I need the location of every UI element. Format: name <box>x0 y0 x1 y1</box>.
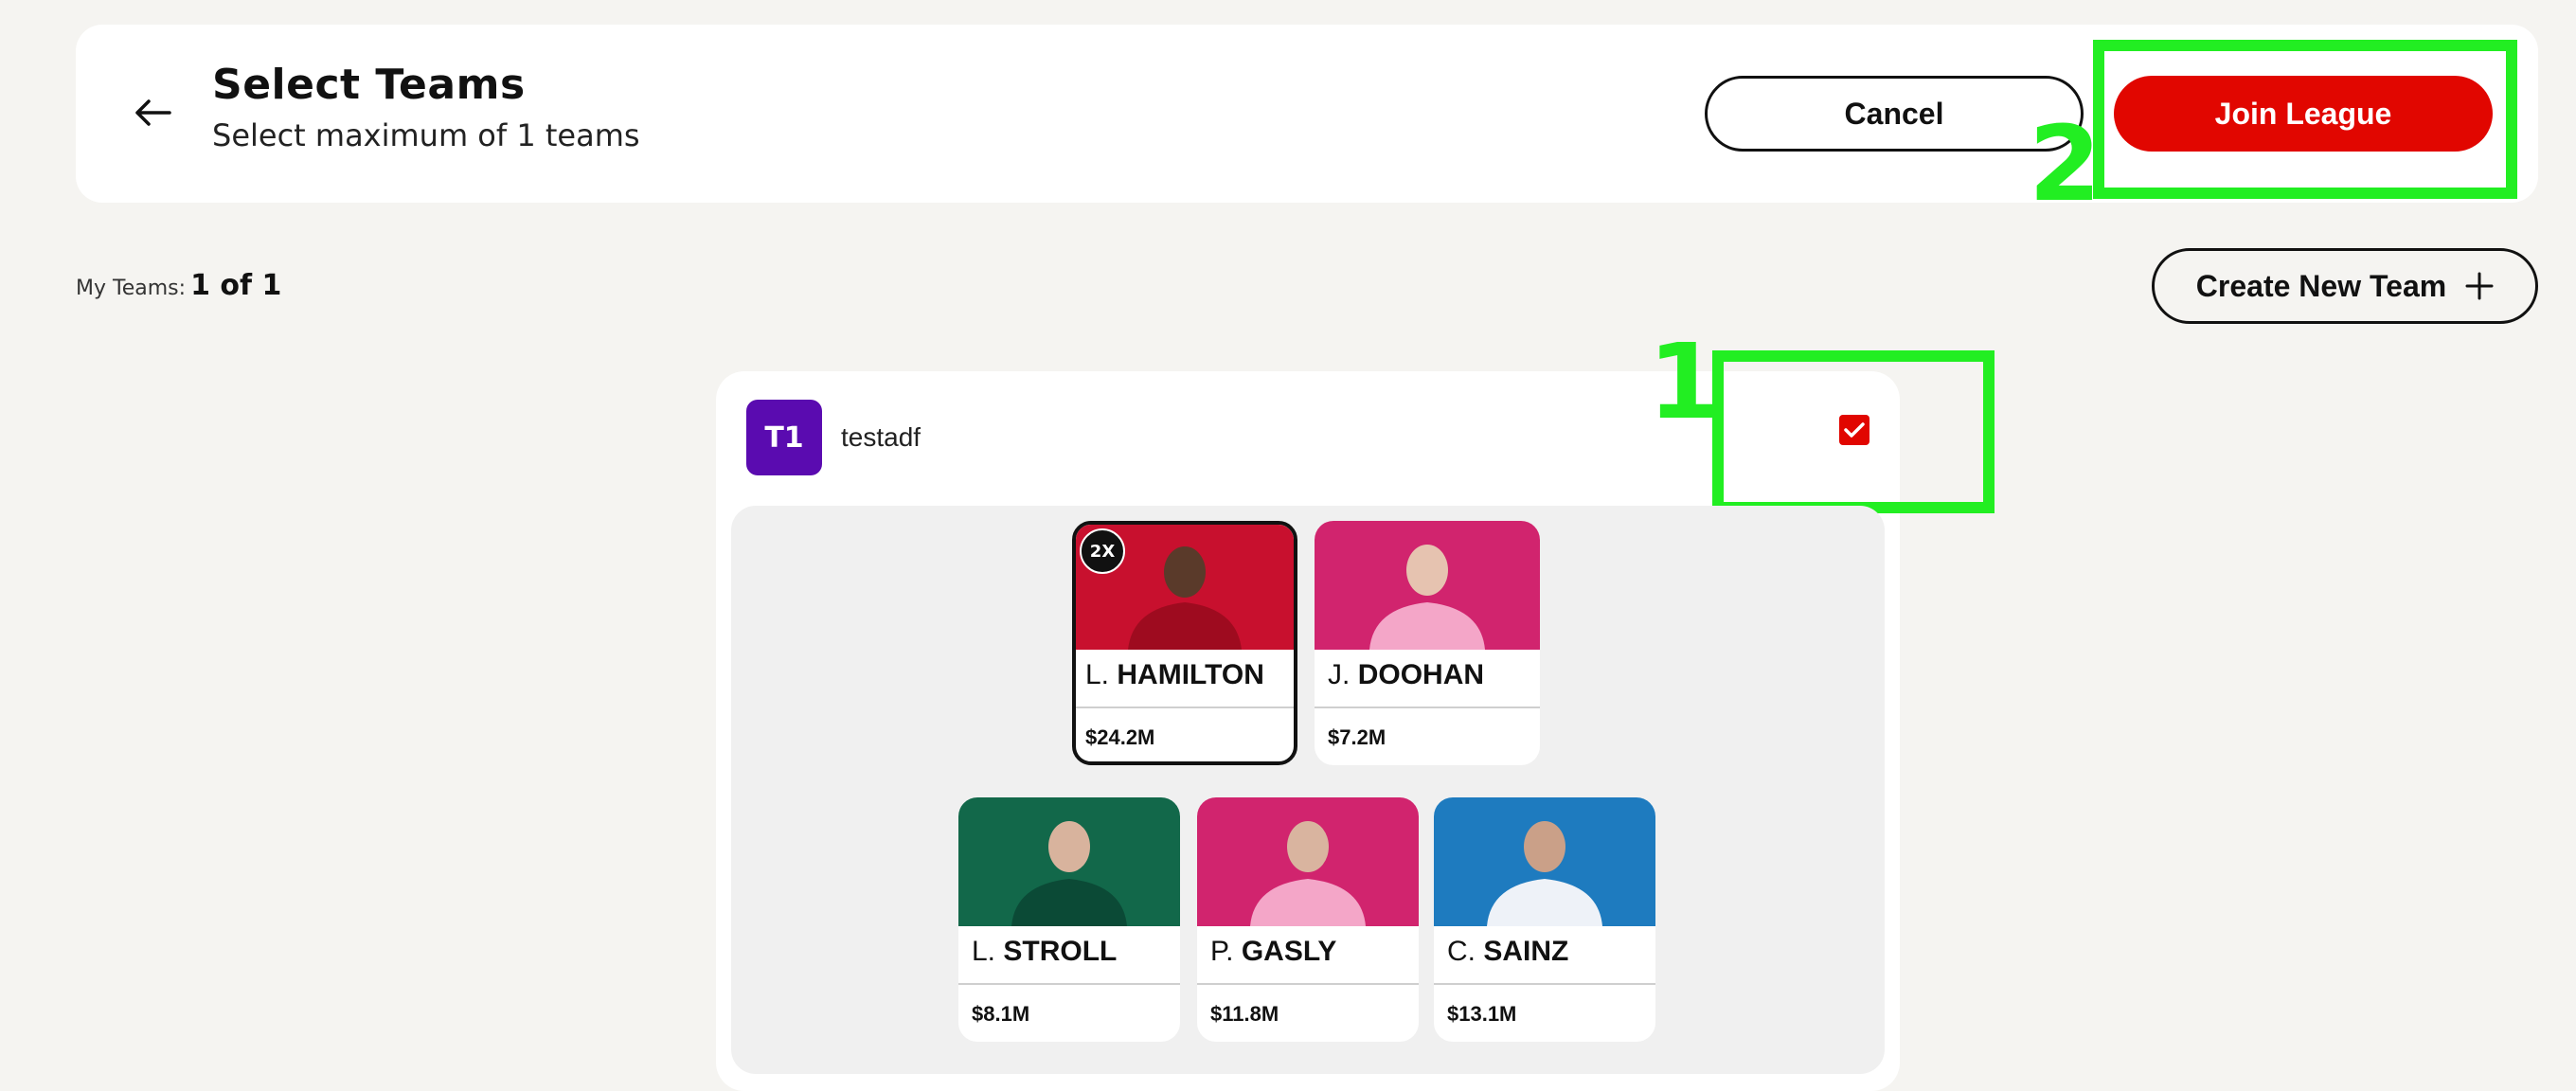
driver-price: $24.2M <box>1085 725 1155 749</box>
back-button[interactable] <box>129 89 176 136</box>
my-teams-value: 1 of 1 <box>190 269 282 302</box>
driver-card[interactable]: 2X L. HAMILTON $24.2M <box>1072 521 1297 765</box>
page-title: Select Teams <box>212 61 526 109</box>
driver-price: $8.1M <box>972 1002 1030 1026</box>
team-badge: T1 <box>746 400 822 475</box>
driver-name: L. STROLL <box>972 936 1118 967</box>
driver-photo <box>1434 797 1655 926</box>
create-new-team-label: Create New Team <box>2195 268 2447 303</box>
driver-card[interactable]: P. GASLY $11.8M <box>1197 797 1419 1042</box>
driver-silhouette <box>1487 821 1602 926</box>
divider <box>1315 706 1540 708</box>
driver-name: P. GASLY <box>1210 936 1337 967</box>
team-name: testadf <box>841 422 921 452</box>
2x-chip-badge: 2X <box>1080 528 1125 574</box>
driver-price: $7.2M <box>1328 725 1386 749</box>
driver-name: L. HAMILTON <box>1085 659 1264 690</box>
my-teams-label: My Teams: <box>76 277 187 300</box>
divider <box>1197 983 1419 985</box>
arrow-left-icon <box>135 99 171 126</box>
divider <box>1076 706 1294 708</box>
annotation-box-2 <box>2093 40 2517 199</box>
annotation-label-2: 2 <box>2029 103 2102 224</box>
create-new-team-button[interactable]: Create New Team <box>2152 248 2538 324</box>
divider <box>958 983 1180 985</box>
driver-photo <box>1197 797 1419 926</box>
my-teams-counter: My Teams: 1 of 1 <box>76 269 281 302</box>
page-subtitle: Select maximum of 1 teams <box>212 117 640 153</box>
cancel-button[interactable]: Cancel <box>1705 76 2084 152</box>
divider <box>1434 983 1655 985</box>
driver-price: $11.8M <box>1210 1002 1279 1026</box>
driver-silhouette <box>1250 821 1366 926</box>
driver-card[interactable]: J. DOOHAN $7.2M <box>1315 521 1540 765</box>
driver-silhouette <box>1369 545 1485 650</box>
driver-card[interactable]: L. STROLL $8.1M <box>958 797 1180 1042</box>
driver-card[interactable]: C. SAINZ $13.1M <box>1434 797 1655 1042</box>
driver-name: J. DOOHAN <box>1328 659 1485 690</box>
driver-name: C. SAINZ <box>1447 936 1569 967</box>
driver-photo <box>1315 521 1540 650</box>
driver-silhouette <box>1011 821 1127 926</box>
annotation-label-1: 1 <box>1648 321 1721 442</box>
plus-icon <box>2465 272 2494 300</box>
annotation-box-1 <box>1712 350 1995 513</box>
driver-photo <box>958 797 1180 926</box>
driver-price: $13.1M <box>1447 1002 1517 1026</box>
